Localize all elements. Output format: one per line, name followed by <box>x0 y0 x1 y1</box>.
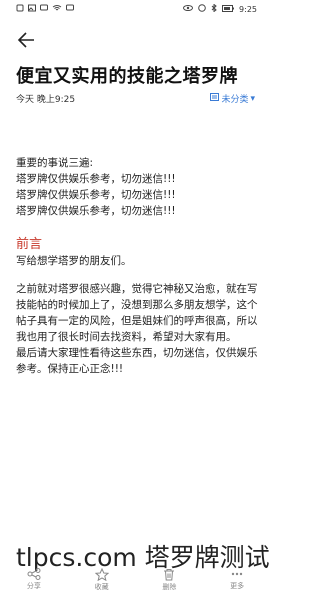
share-label: 分享 <box>26 582 41 590</box>
alarm-icon <box>198 4 206 14</box>
paragraph: 最后请大家理性看待这些东西，切勿迷信，仅供娱乐参考。保持正心正念!!! <box>16 347 258 375</box>
article-meta: 今天 晚上9:25 未分类 ▾ <box>16 92 255 105</box>
bluetooth-icon <box>211 3 217 14</box>
warning-line: 塔罗牌仅供娱乐参考，切勿迷信!!! <box>16 189 176 201</box>
share-button[interactable]: 分享 <box>9 568 59 600</box>
more-button[interactable]: 更多 <box>212 568 262 600</box>
article-body: 重要的事说三遍: 塔罗牌仅供娱乐参考，切勿迷信!!! 塔罗牌仅供娱乐参考，切勿迷… <box>16 155 261 377</box>
favorite-label: 收藏 <box>94 583 109 591</box>
message-icon <box>66 4 74 14</box>
wifi-icon <box>52 4 62 14</box>
section-heading: 前言 <box>16 237 43 252</box>
warning-line: 塔罗牌仅供娱乐参考，切勿迷信!!! <box>16 205 176 217</box>
bottom-toolbar: 分享 收藏 删除 更多 <box>0 568 271 600</box>
paragraph: 之前就对塔罗很感兴趣，觉得它神秘又治愈，就在写技能帖的时候加上了，没想到那么多朋… <box>16 283 258 343</box>
message-icon <box>40 4 48 14</box>
more-label: 更多 <box>230 582 245 590</box>
share-icon <box>27 568 41 580</box>
article-date: 今天 晚上9:25 <box>16 95 76 105</box>
arrow-left-icon <box>17 32 34 48</box>
warning-line: 塔罗牌仅供娱乐参考，切勿迷信!!! <box>16 173 176 185</box>
status-bar: 9:25 <box>0 0 271 20</box>
eye-icon <box>183 4 194 14</box>
status-time: 9:25 <box>239 4 257 14</box>
more-dots-icon <box>231 572 243 576</box>
category-selector[interactable]: 未分类 ▾ <box>210 92 255 105</box>
back-button[interactable] <box>16 30 38 50</box>
delete-label: 删除 <box>162 583 177 591</box>
page-title: 便宜又实用的技能之塔罗牌 <box>16 66 238 87</box>
favorite-button[interactable]: 收藏 <box>77 568 127 600</box>
star-icon <box>94 568 109 581</box>
notification-icon <box>16 4 24 14</box>
trash-icon <box>164 569 175 581</box>
intro-text: 重要的事说三遍: <box>16 157 94 169</box>
caret-down-icon: ▾ <box>250 93 255 104</box>
battery-icon <box>222 4 235 14</box>
image-icon <box>28 4 36 14</box>
folder-icon <box>210 93 220 104</box>
category-label: 未分类 <box>221 95 249 105</box>
delete-button[interactable]: 删除 <box>144 568 194 600</box>
paragraph: 写给想学塔罗的朋友们。 <box>16 255 132 267</box>
